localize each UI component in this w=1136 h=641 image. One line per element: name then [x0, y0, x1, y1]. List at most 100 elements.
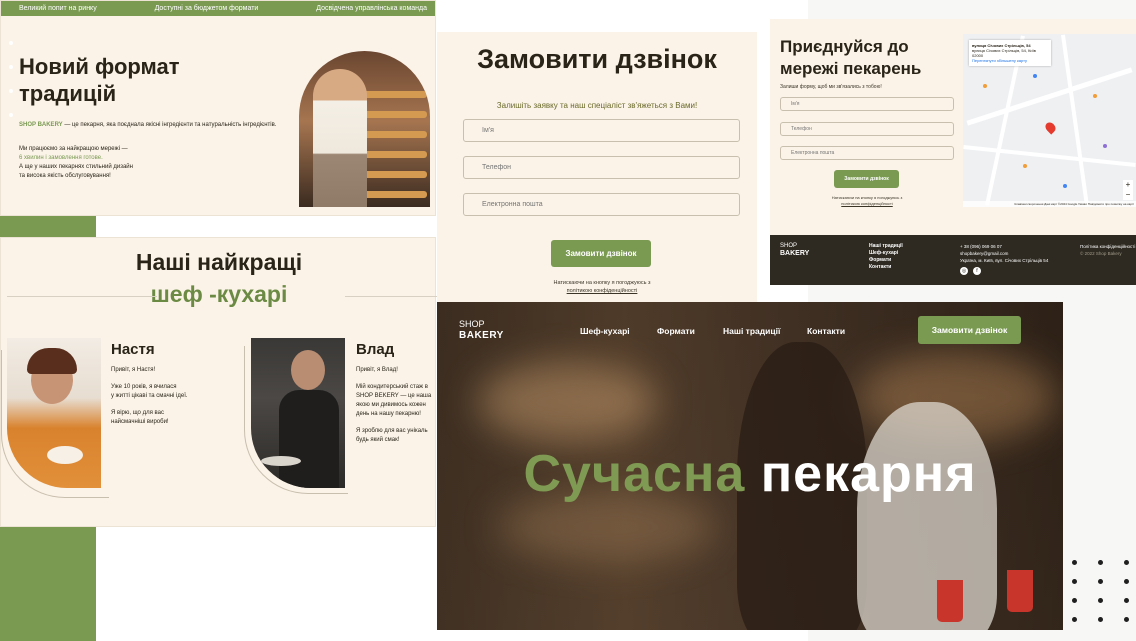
bullet [9, 89, 13, 93]
background-white-bottom [96, 527, 436, 641]
topbar: Великий попит на ринку Доступні за бюдже… [1, 1, 435, 16]
footer-logo[interactable]: SHOP BAKERY [780, 242, 809, 258]
network-subtitle: Залиши форму, щоб ми зв'язались з тобою! [780, 84, 882, 90]
text-line: будь який смак! [356, 437, 400, 443]
chefs-panel: Наші найкращі шеф -кухарі Настя Привіт, … [0, 237, 437, 527]
footer-link[interactable]: Формати [869, 257, 903, 264]
text-line: Я зроблю для вас унікаль [356, 428, 428, 434]
privacy-note: Натискаючи на кнопку я погоджуюсь з полі… [780, 195, 954, 207]
coffee-cup [1007, 570, 1033, 612]
hero-title: Сучасна пекарня [437, 444, 1063, 504]
topbar-item: Доступні за бюджетом формати [154, 5, 259, 12]
tradition-description-2: Ми працюємо за найкращою мережі — 6 хвил… [19, 145, 169, 181]
order-call-panel: Замовити дзвінок Залишіть заявку та наш … [437, 32, 757, 316]
name-input[interactable] [463, 119, 740, 142]
text-line: найсмачніші вироби! [111, 419, 169, 425]
map-larger-link[interactable]: Переглянути збільшену карту [972, 58, 1048, 63]
logo-top: SHOP [780, 243, 798, 249]
nav-traditions[interactable]: Наші традиції [723, 326, 780, 336]
copyright: © 2022 Shop Bakery [1080, 251, 1122, 256]
phone-input[interactable] [463, 156, 740, 179]
footer-contacts: + 38 (096) 069 06 07 shopbakery@gmail.co… [960, 243, 1048, 264]
footer-link[interactable]: Шеф-кухарі [869, 250, 903, 257]
network-order-button[interactable]: Замовити дзвінок [834, 170, 899, 188]
topbar-item: Великий попит на ринку [19, 5, 97, 12]
footer-email[interactable]: shopbakery@gmail.com [960, 250, 1048, 257]
footer-phone[interactable]: + 38 (096) 069 06 07 [960, 243, 1048, 250]
coffee-cup [937, 580, 963, 622]
email-input[interactable] [780, 146, 954, 160]
logo-bottom: BAKERY [780, 250, 810, 257]
text-line: Привіт, я Влад! [356, 367, 398, 373]
chef-name: Влад [356, 341, 395, 358]
network-title: Приєднуйся до мережі пекарень [780, 37, 922, 78]
social-links: ◎ f [960, 267, 981, 275]
privacy-note: Натискаючи на кнопку я погоджуюсь з полі… [437, 279, 767, 295]
brand-name: SHOP BAKERY [19, 122, 63, 128]
footer-link[interactable]: Наші традиції [869, 243, 903, 250]
nav-chefs[interactable]: Шеф-кухарі [580, 326, 630, 336]
nav-formats[interactable]: Формати [657, 326, 695, 336]
bullet [9, 113, 13, 117]
network-panel: Приєднуйся до мережі пекарень Залиши фор… [770, 19, 1136, 285]
map-attribution: Клавішні скорочення Дані карт ©2024 Goog… [963, 201, 1136, 207]
text-line: та висока якість обслуговування! [19, 173, 111, 179]
text-line: у житті цікаві та смачні ідеї. [111, 393, 188, 399]
tradition-panel: Великий попит на ринку Доступні за бюдже… [0, 0, 436, 216]
dots-decoration [1072, 560, 1132, 622]
logo-top: SHOP [459, 319, 485, 329]
text-line: 6 хвилин і замовлення готове. [19, 155, 103, 161]
map-widget[interactable]: вулиця Січових Стрільців, 54 вулиця Січо… [963, 34, 1136, 207]
chefs-title: Наші найкращі [135, 249, 303, 275]
policy-link[interactable]: Політика конфіденційності [1080, 243, 1135, 250]
divider [7, 296, 157, 297]
text-line: Натискаючи на кнопку я погоджуюсь з [553, 280, 651, 286]
text-line: Ми працюємо за найкращою мережі — [19, 146, 128, 152]
nav-contacts[interactable]: Контакти [807, 326, 845, 336]
site-footer: SHOP BAKERY Наші традиції Шеф-кухарі Фор… [770, 235, 1136, 285]
chef-bio: Привіт, я Настя! Уже 10 років, я вчилася… [111, 366, 211, 427]
text-line: SHOP BEKERY — це наша [356, 393, 432, 399]
map-pin-icon [1043, 120, 1058, 135]
hero-title-white: пекарня [760, 445, 977, 503]
footer-policy: Політика конфіденційності © 2022 Shop Ba… [1080, 243, 1135, 257]
chef-photo-nastia [7, 338, 101, 488]
text-line: Привіт, я Настя! [111, 367, 156, 373]
bullet [9, 65, 13, 69]
text-line: Мій кондитерський стаж в [356, 384, 428, 390]
chefs-title-accent: шеф -кухарі [150, 281, 288, 307]
topbar-item: Досвідчена управлінська команда [316, 5, 427, 12]
description-text: — це пекарня, яка поєднала якісні інгред… [64, 122, 277, 128]
hero-title-green: Сучасна [523, 445, 746, 503]
privacy-link[interactable]: політикою конфіденційності [567, 288, 638, 294]
order-call-subtitle: Залишіть заявку та наш спеціаліст зв'яже… [496, 101, 698, 110]
text-line: якою ми дивимось кожен [356, 402, 426, 408]
divider [345, 296, 437, 297]
hero-panel: SHOP BAKERY Шеф-кухарі Формати Наші трад… [437, 302, 1063, 630]
hero-header: SHOP BAKERY Шеф-кухарі Формати Наші трад… [437, 316, 1063, 348]
tradition-description: SHOP BAKERY — це пекарня, яка поєднала я… [19, 121, 289, 130]
instagram-icon[interactable]: ◎ [960, 267, 968, 275]
privacy-link[interactable]: політикою конфіденційності [841, 201, 892, 206]
tradition-title: Новий формат традицій [19, 54, 180, 106]
text-line: день на нашу пекарню! [356, 411, 421, 417]
facebook-icon[interactable]: f [973, 267, 981, 275]
text-line: А ще у наших пекарнях стильний дизайн [19, 164, 133, 170]
name-input[interactable] [780, 97, 954, 111]
chef-name: Настя [111, 341, 155, 358]
map-zoom-controls[interactable]: + − [1123, 180, 1133, 200]
email-input[interactable] [463, 193, 740, 216]
phone-input[interactable] [780, 122, 954, 136]
text-line: Я вірю, що для вас [111, 410, 164, 416]
footer-link[interactable]: Контакти [869, 264, 903, 271]
bullet [9, 41, 13, 45]
chef-photo-vlad [251, 338, 345, 488]
hero-order-button[interactable]: Замовити дзвінок [918, 316, 1021, 344]
footer-address: Україна, м. Київ, вул. Січових Стрільців… [960, 258, 1049, 263]
order-call-title: Замовити дзвінок [477, 44, 717, 74]
order-call-button[interactable]: Замовити дзвінок [551, 240, 651, 267]
map-info-card: вулиця Січових Стрільців, 54 вулиця Січо… [969, 40, 1051, 66]
footer-nav: Наші традиції Шеф-кухарі Формати Контакт… [869, 243, 903, 271]
hero-logo[interactable]: SHOP BAKERY [459, 319, 504, 341]
baker-photo [299, 51, 430, 207]
